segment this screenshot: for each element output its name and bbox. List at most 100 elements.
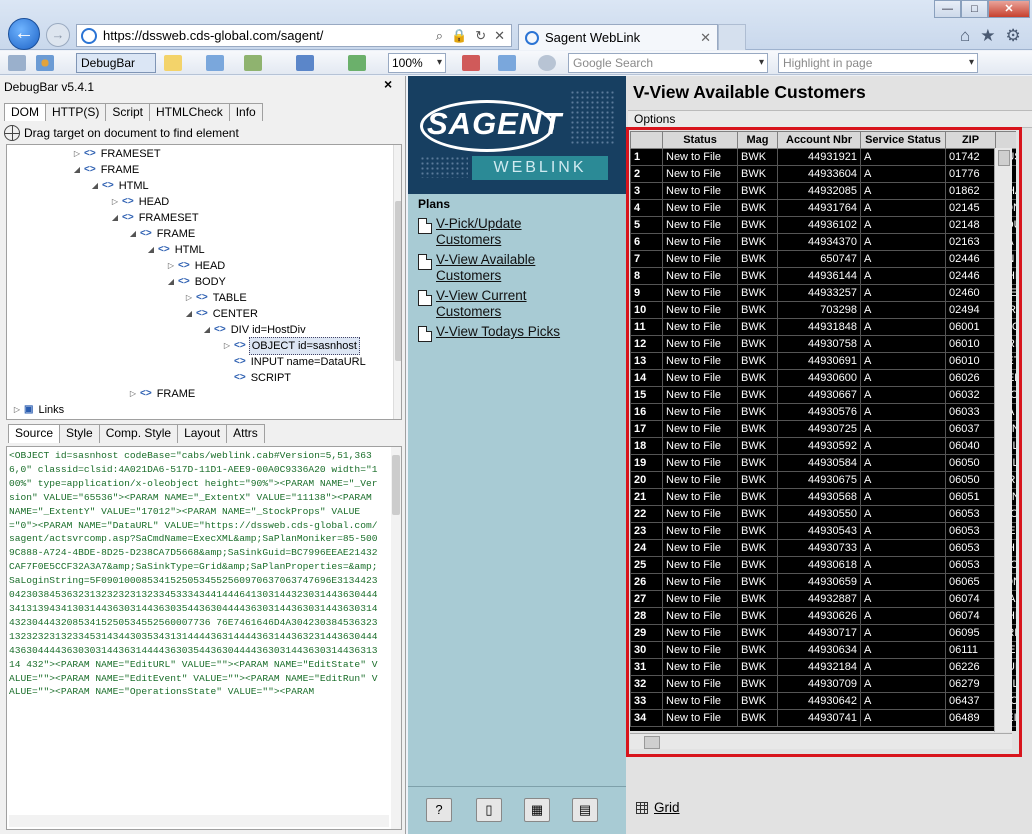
- dom-tree[interactable]: ▷ <> FRAMESET ◢ <> FRAME ◢ <> HTML ▷ <> HEAD ◢ <>…: [6, 144, 402, 420]
- tab-style[interactable]: Style: [59, 424, 100, 443]
- source-view[interactable]: <OBJECT id=sasnhost codeBase="cabs/webli…: [6, 446, 402, 830]
- resize-icon[interactable]: [348, 55, 366, 71]
- google-search-input[interactable]: Google Search: [568, 53, 768, 73]
- grid-view-link[interactable]: Grid: [636, 800, 680, 815]
- highlight-frame: [626, 127, 1022, 757]
- maximize-button[interactable]: □: [961, 0, 988, 18]
- list-button[interactable]: ▤: [572, 798, 598, 822]
- tree-node[interactable]: ▷ <> HEAD: [167, 258, 227, 274]
- tree-node-selected[interactable]: ▷ <> OBJECT id=sasnhost: [223, 337, 360, 355]
- tree-node-links[interactable]: ▷ ▣ Links: [13, 402, 66, 418]
- plan-link-view-available[interactable]: V-View Available Customers: [418, 252, 618, 284]
- links-icon: ▣: [24, 404, 34, 415]
- sagent-logo-text: SAGENT: [427, 106, 563, 141]
- lock-icon: 🔒: [451, 27, 468, 43]
- tab-layout[interactable]: Layout: [177, 424, 228, 443]
- debugbar-close-button[interactable]: ×: [384, 76, 392, 92]
- gear-icon[interactable]: ⚙: [1006, 26, 1021, 46]
- source-scrollbar[interactable]: [391, 447, 401, 829]
- color-picker-icon[interactable]: [296, 55, 314, 71]
- eye-icon[interactable]: [538, 55, 556, 71]
- options-bar: [628, 110, 1032, 128]
- debugbar-tabs: DOM HTTP(S) Script HTMLCheck Info: [4, 103, 263, 121]
- page-icon[interactable]: [206, 55, 224, 71]
- tree-node[interactable]: ◢ <> DIV id=HostDiv: [203, 322, 308, 338]
- arrow-icon[interactable]: [8, 55, 26, 71]
- document-icon: [418, 254, 432, 270]
- source-code-text: <OBJECT id=sasnhost codeBase="cabs/webli…: [9, 450, 378, 698]
- tab-comp-style[interactable]: Comp. Style: [98, 424, 179, 443]
- new-tab-button[interactable]: [718, 24, 746, 50]
- logo-dots: [420, 156, 468, 178]
- logo-dots: [570, 90, 614, 146]
- minimize-button[interactable]: —: [934, 0, 961, 18]
- tree-node[interactable]: ◢ <> FRAME: [129, 226, 197, 242]
- source-hscrollbar[interactable]: [9, 815, 389, 827]
- crosshair-target-icon[interactable]: [4, 125, 20, 141]
- zoom-select[interactable]: 100%: [388, 53, 446, 73]
- back-button[interactable]: ←: [8, 18, 40, 50]
- document-icon: [418, 218, 432, 234]
- tree-node[interactable]: ▷ <> TABLE: [185, 290, 249, 306]
- source-tabs: Source Style Comp. Style Layout Attrs: [8, 424, 265, 443]
- address-url: https://dssweb.cds-global.com/sagent/: [103, 28, 324, 43]
- document-icon: [418, 326, 432, 342]
- tree-node[interactable]: ◢ <> FRAME: [73, 162, 141, 178]
- browser-corner-icons: ⌂ ★ ⚙: [960, 26, 1030, 46]
- addons-icon[interactable]: [36, 55, 54, 71]
- ie-compat-icon[interactable]: [164, 55, 182, 71]
- tab-script[interactable]: Script: [105, 103, 151, 121]
- tree-node[interactable]: ▷ <> FRAME: [129, 386, 197, 402]
- tree-scrollbar[interactable]: [393, 145, 401, 419]
- tab-https[interactable]: HTTP(S): [45, 103, 107, 121]
- js-console-icon[interactable]: [462, 55, 480, 71]
- document-button[interactable]: ▯: [476, 798, 502, 822]
- address-bar[interactable]: https://dssweb.cds-global.com/sagent/ ⌕ …: [76, 24, 512, 47]
- ie-tab-icon: [525, 30, 539, 45]
- tab-source[interactable]: Source: [8, 424, 61, 443]
- search-icon[interactable]: ⌕: [436, 28, 443, 44]
- email-icon[interactable]: [498, 55, 516, 71]
- tree-node[interactable]: <> INPUT name=DataURL: [223, 354, 368, 370]
- window-close-button[interactable]: ✕: [988, 0, 1030, 18]
- tab-title: Sagent WebLink: [545, 30, 641, 45]
- debugbar-button[interactable]: DebugBar: [76, 53, 156, 73]
- grid-button[interactable]: ▦: [524, 798, 550, 822]
- ie-page-icon: [81, 27, 97, 44]
- forward-button[interactable]: →: [46, 23, 70, 47]
- tab-info[interactable]: Info: [228, 103, 263, 121]
- tree-node[interactable]: ◢ <> CENTER: [185, 306, 260, 322]
- close-icon[interactable]: ✕: [494, 28, 505, 44]
- tab-close-icon[interactable]: ✕: [700, 30, 711, 46]
- browser-tab[interactable]: Sagent WebLink ✕: [518, 24, 718, 50]
- weblink-logo-text: WEBLINK: [472, 156, 608, 180]
- plan-link-todays-picks[interactable]: V-View Todays Picks: [418, 324, 618, 342]
- tree-node[interactable]: ▷ <> FRAMESET: [73, 146, 163, 162]
- highlight-input[interactable]: Highlight in page: [778, 53, 978, 73]
- tree-node[interactable]: <> SCRIPT: [223, 370, 293, 386]
- grid-icon: [636, 801, 648, 814]
- plan-link-pick-update[interactable]: V-Pick/Update Customers: [418, 216, 618, 248]
- plan-link-view-current[interactable]: V-View Current Customers: [418, 288, 618, 320]
- tree-node[interactable]: ▷ <> HEAD: [111, 194, 171, 210]
- tree-node[interactable]: ◢ <> BODY: [167, 274, 228, 290]
- help-button[interactable]: ?: [426, 798, 452, 822]
- tree-node[interactable]: ◢ <> HTML: [91, 178, 151, 194]
- options-menu[interactable]: Options: [634, 112, 675, 126]
- plans-header: Plans: [418, 197, 451, 211]
- tab-dom[interactable]: DOM: [4, 103, 46, 121]
- tab-attrs[interactable]: Attrs: [226, 424, 265, 443]
- document-icon: [418, 290, 432, 306]
- favorites-star-icon[interactable]: ★: [980, 26, 995, 46]
- tree-node[interactable]: ◢ <> HTML: [147, 242, 207, 258]
- window-controls: — □ ✕: [934, 0, 1030, 18]
- tree-node[interactable]: ◢ <> FRAMESET: [111, 210, 201, 226]
- drag-target-label: Drag target on document to find element: [24, 126, 239, 140]
- refresh-icon[interactable]: ↻: [475, 28, 486, 44]
- screenshot-icon[interactable]: [244, 55, 262, 71]
- debugbar-title: DebugBar v5.4.1: [4, 80, 95, 94]
- tab-htmlcheck[interactable]: HTMLCheck: [149, 103, 230, 121]
- home-icon[interactable]: ⌂: [960, 26, 970, 46]
- grid-link-label: Grid: [654, 800, 680, 815]
- view-title: V-View Available Customers: [633, 82, 866, 102]
